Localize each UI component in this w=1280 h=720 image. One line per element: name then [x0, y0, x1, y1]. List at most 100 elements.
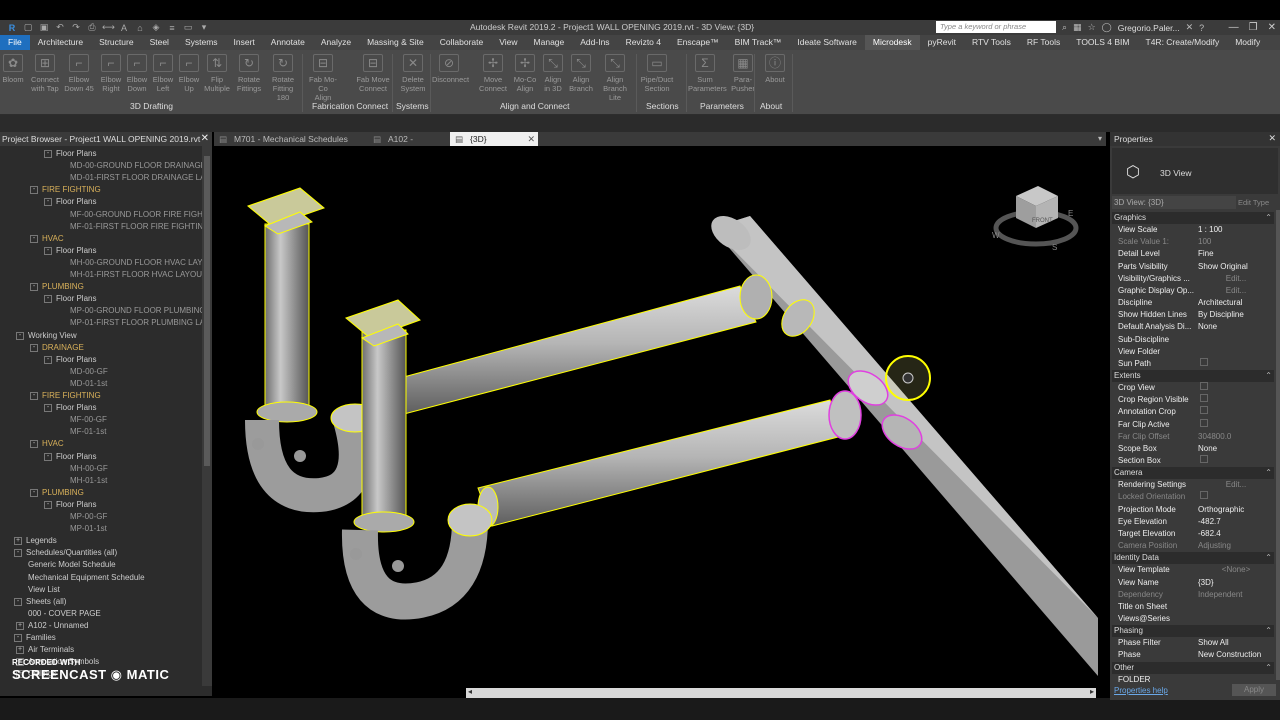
properties-help-link[interactable]: Properties help	[1114, 686, 1168, 695]
menu-tab-insert[interactable]: Insert	[226, 35, 263, 50]
collapse-icon[interactable]: ⌃	[1265, 662, 1272, 674]
rotate-fitting-180-button[interactable]: ↻ Rotate Fitting 180	[266, 52, 300, 102]
collapse-icon[interactable]: ⌃	[1265, 212, 1272, 224]
menu-tab-bim-track-[interactable]: BIM Track™	[727, 35, 790, 50]
open-icon[interactable]: ▢	[22, 22, 34, 33]
collapse-icon[interactable]: -	[44, 355, 52, 364]
menu-tab-rtv-tools[interactable]: RTV Tools	[964, 35, 1019, 50]
collapse-icon[interactable]: -	[44, 198, 52, 207]
tree-item[interactable]: MH-00-GROUND FLOOR HVAC LAYO	[70, 257, 209, 269]
view-cube[interactable]: FRONT W S E	[992, 186, 1079, 252]
menu-tab-ideate-software[interactable]: Ideate Software	[789, 35, 865, 50]
align-branch-button[interactable]: ⤡ Align Branch	[564, 52, 598, 93]
redo-icon[interactable]: ↷	[70, 22, 82, 33]
collapse-icon[interactable]: -	[44, 150, 52, 158]
tree-item[interactable]: Floor Plans	[56, 196, 96, 208]
tree-item[interactable]: Floor Plans	[56, 402, 96, 414]
collapse-icon[interactable]: -	[30, 234, 38, 243]
scroll-left-icon[interactable]: ◂	[468, 687, 472, 696]
tree-item[interactable]: MP-01-1st	[70, 523, 107, 535]
property-edit-button[interactable]: Edit...	[1196, 285, 1274, 297]
collapse-icon[interactable]: -	[30, 186, 38, 195]
menu-tab-enscape-[interactable]: Enscape™	[669, 35, 727, 50]
close-tab-icon[interactable]: ✕	[527, 132, 535, 146]
menu-tab-modify[interactable]: Modify	[1227, 35, 1268, 50]
project-browser-scrollbar[interactable]	[202, 146, 212, 686]
restore-icon[interactable]: ❐	[1249, 20, 1258, 35]
view-tab[interactable]: ▤ M701 - Mechanical Schedules	[214, 132, 364, 146]
upper-branch-pipe[interactable]	[399, 274, 821, 415]
tree-item[interactable]: MP-01-FIRST FLOOR PLUMBING LAY	[70, 317, 210, 329]
favorites-star-icon[interactable]: ☆	[1088, 22, 1096, 33]
property-value[interactable]: -482.7	[1196, 516, 1274, 528]
tree-item[interactable]: Working View	[28, 330, 77, 342]
menu-tab-manage[interactable]: Manage	[526, 35, 573, 50]
3d-view-icon[interactable]: ⌂	[134, 23, 146, 33]
tree-item[interactable]: MF-01-FIRST FLOOR FIRE FIGHTING	[70, 221, 209, 233]
tree-item[interactable]: Floor Plans	[56, 245, 96, 257]
property-checkbox[interactable]	[1196, 419, 1274, 431]
property-section[interactable]: Camera ⌃	[1112, 467, 1274, 480]
left-trap-riser[interactable]	[245, 187, 380, 513]
menu-tab-microdesk[interactable]: Microdesk	[864, 35, 920, 50]
viewport-hscroll[interactable]: ◂ ▸	[466, 687, 1096, 698]
binoculars-icon[interactable]: ⌕	[1062, 22, 1067, 33]
collapse-icon[interactable]: -	[30, 440, 38, 449]
tree-item[interactable]: Floor Plans	[56, 293, 96, 305]
expand-icon[interactable]: +	[14, 537, 22, 546]
tree-item[interactable]: Floor Plans	[56, 499, 96, 511]
collapse-icon[interactable]: -	[14, 549, 22, 558]
tree-item[interactable]: Sheets (all)	[26, 596, 66, 608]
menu-tab-systems[interactable]: Systems	[177, 35, 226, 50]
tree-item[interactable]: MD-01-1st	[70, 378, 107, 390]
text-icon[interactable]: A	[118, 23, 130, 33]
thin-lines-icon[interactable]: ≡	[166, 23, 178, 33]
menu-tab-steel[interactable]: Steel	[142, 35, 177, 50]
subscription-icon[interactable]: ▦	[1073, 22, 1082, 33]
menu-tab-massing-site[interactable]: Massing & Site	[359, 35, 432, 50]
property-value[interactable]: Show Original	[1196, 261, 1274, 273]
tree-item[interactable]: Mechanical Equipment Schedule	[28, 572, 145, 584]
property-value[interactable]: None	[1196, 321, 1274, 333]
menu-tab-collaborate[interactable]: Collaborate	[432, 35, 491, 50]
property-checkbox[interactable]	[1196, 406, 1274, 418]
collapse-icon[interactable]: -	[44, 452, 52, 461]
tree-item[interactable]: MH-01-1st	[70, 475, 107, 487]
property-value[interactable]: Fine	[1196, 248, 1274, 260]
exchange-icon[interactable]: ✕	[1186, 22, 1194, 33]
sum-parameters-button[interactable]: Σ Sum Parameters	[688, 52, 727, 93]
tree-item[interactable]: HVAC	[42, 438, 64, 450]
tree-item[interactable]: MF-00-GROUND FLOOR FIRE FIGHTI	[70, 209, 210, 221]
collapse-icon[interactable]: -	[14, 634, 22, 642]
properties-scrollbar[interactable]	[1276, 210, 1280, 680]
collapse-icon[interactable]: -	[30, 343, 38, 352]
tree-item[interactable]: MP-00-GF	[70, 511, 107, 523]
collapse-icon[interactable]: ⌃	[1265, 370, 1272, 382]
collapse-icon[interactable]: -	[44, 246, 52, 255]
tree-item[interactable]: Families	[26, 632, 56, 644]
close-icon[interactable]: ✕	[201, 132, 209, 146]
user-icon[interactable]: ◯	[1102, 22, 1112, 33]
tree-item[interactable]: MF-00-GF	[70, 414, 107, 426]
tree-item[interactable]: View List	[28, 584, 60, 596]
tree-item[interactable]: MP-00-GROUND FLOOR PLUMBING	[70, 305, 206, 317]
tree-item[interactable]: Floor Plans	[56, 148, 96, 160]
menu-tab-pyrevit[interactable]: pyRevit	[920, 35, 964, 50]
tree-item[interactable]: HVAC	[42, 233, 64, 245]
collapse-icon[interactable]: ⌃	[1265, 625, 1272, 637]
tree-item[interactable]: Legends	[26, 535, 57, 547]
close-window-icon[interactable]: ✕	[1268, 20, 1276, 35]
elbow-down-45-button[interactable]: ⌐ Elbow Down 45	[62, 52, 96, 93]
help-search-input[interactable]: Type a keyword or phrase	[936, 21, 1056, 33]
measure-icon[interactable]: ⟷	[102, 22, 115, 33]
tree-item[interactable]: Floor Plans	[56, 354, 96, 366]
tree-item[interactable]: FIRE FIGHTING	[42, 184, 101, 196]
right-trap-riser[interactable]	[341, 299, 493, 620]
tree-item[interactable]: MH-01-FIRST FLOOR HVAC LAYOUT	[70, 269, 207, 281]
print-icon[interactable]: ⎙	[86, 22, 98, 33]
user-name[interactable]: Gregorio.Paler...	[1118, 23, 1180, 33]
property-section[interactable]: Phasing ⌃	[1112, 625, 1274, 638]
property-value[interactable]: 1 : 100	[1196, 224, 1274, 236]
menu-tab-analyze[interactable]: Analyze	[313, 35, 359, 50]
minimize-icon[interactable]: —	[1229, 20, 1239, 35]
